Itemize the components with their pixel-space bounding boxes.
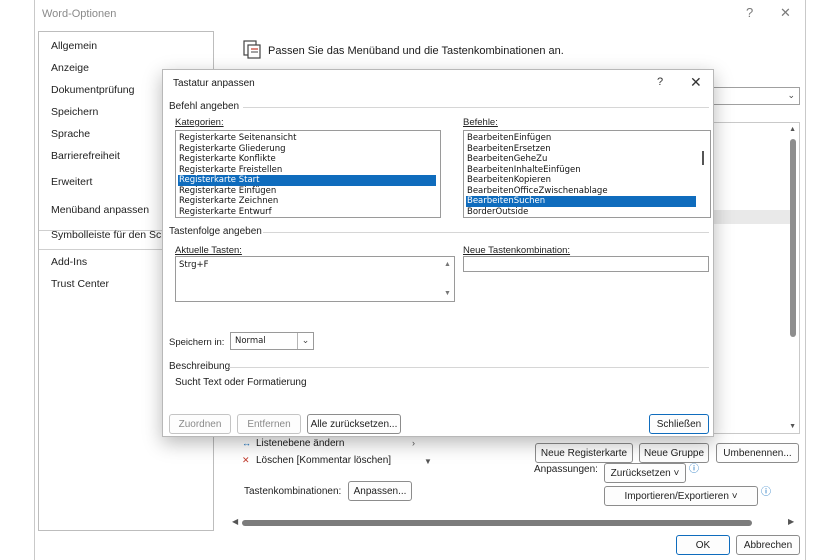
- close-button[interactable]: Schließen: [649, 414, 709, 434]
- list-item[interactable]: Strg+F: [178, 260, 438, 271]
- list-selection-highlight: [709, 210, 791, 224]
- section-commands-heading: Befehl angeben: [169, 101, 240, 112]
- categories-label: Kategorien:: [175, 117, 224, 128]
- list-item[interactable]: Registerkarte Seitenansicht: [178, 133, 436, 144]
- current-keys-list[interactable]: Strg+F ▲ ▼: [175, 256, 455, 302]
- nav-item-anzeige[interactable]: Anzeige: [51, 62, 89, 74]
- list-item[interactable]: BearbeitenEinfügen: [466, 133, 696, 144]
- nav-item-barrierefreiheit[interactable]: Barrierefreiheit: [51, 150, 120, 162]
- horizontal-scrollbar[interactable]: ◀ ▶: [232, 517, 798, 529]
- customize-ribbon-icon: [243, 38, 263, 60]
- nav-item-erweitert[interactable]: Erweitert: [51, 176, 92, 188]
- customize-shortcuts-button[interactable]: Anpassen...: [348, 481, 412, 501]
- list-item[interactable]: Registerkarte Zeichnen: [178, 196, 436, 207]
- new-shortcut-input[interactable]: [463, 256, 709, 272]
- scroll-right-icon[interactable]: ▶: [788, 517, 794, 526]
- ribbon-tabs-list[interactable]: ▲ ▼: [708, 122, 800, 434]
- shortcuts-label: Tastenkombinationen:: [244, 486, 342, 497]
- divider: [263, 232, 709, 233]
- dialog-title: Tastatur anpassen: [173, 78, 255, 89]
- nav-item-sprache[interactable]: Sprache: [51, 128, 90, 140]
- scroll-down-icon[interactable]: ▼: [424, 457, 432, 466]
- customizations-label: Anpassungen:: [534, 464, 598, 475]
- scroll-up-icon[interactable]: ▲: [789, 126, 796, 133]
- chevron-down-icon: ⌄: [787, 90, 795, 100]
- reset-dropdown[interactable]: Zurücksetzen ˅: [604, 463, 686, 483]
- customize-keyboard-dialog: Tastatur anpassen ? ✕ Befehl angeben Kat…: [162, 69, 714, 437]
- list-item[interactable]: BearbeitenKopieren: [466, 175, 696, 186]
- save-in-label: Speichern in:: [169, 337, 225, 348]
- commands-label: Befehle:: [463, 117, 498, 128]
- delete-comment-icon: ✕: [242, 455, 250, 465]
- scroll-up-icon[interactable]: ▲: [444, 261, 451, 268]
- rename-button[interactable]: Umbenennen...: [716, 443, 799, 463]
- scrollbar-thumb[interactable]: [790, 139, 796, 337]
- window-title: Word-Optionen: [42, 8, 117, 20]
- new-tab-button[interactable]: Neue Registerkarte: [535, 443, 633, 463]
- list-item[interactable]: BearbeitenErsetzen: [466, 144, 696, 155]
- list-item[interactable]: BorderOutside: [466, 207, 696, 218]
- new-shortcut-label: Neue Tastenkombination:: [463, 245, 571, 256]
- section-keys-heading: Tastenfolge angeben: [169, 226, 262, 237]
- nav-item-add-ins[interactable]: Add-Ins: [51, 256, 87, 268]
- list-item[interactable]: ✕ Löschen [Kommentar löschen]: [242, 455, 391, 466]
- ok-button[interactable]: OK: [676, 535, 730, 555]
- scroll-left-icon[interactable]: ◀: [232, 517, 238, 526]
- divider: [229, 367, 709, 368]
- remove-button[interactable]: Entfernen: [237, 414, 301, 434]
- help-icon[interactable]: ?: [657, 76, 663, 88]
- list-item-label: Löschen [Kommentar löschen]: [256, 455, 392, 466]
- scrollbar-thumb[interactable]: [702, 151, 704, 165]
- page-header: Passen Sie das Menüband und die Tastenko…: [268, 45, 564, 57]
- nav-item-dokumentpruefung[interactable]: Dokumentprüfung: [51, 84, 134, 96]
- commands-list[interactable]: BearbeitenEinfügen BearbeitenErsetzen Be…: [463, 130, 711, 218]
- current-keys-label: Aktuelle Tasten:: [175, 245, 242, 256]
- save-in-value: Normal: [235, 336, 266, 346]
- list-item[interactable]: BearbeitenGeheZu: [466, 154, 696, 165]
- nav-item-speichern[interactable]: Speichern: [51, 106, 98, 118]
- nav-item-symbolleiste[interactable]: Symbolleiste für den Schn: [51, 229, 173, 241]
- close-icon[interactable]: ✕: [690, 74, 702, 91]
- nav-item-trust-center[interactable]: Trust Center: [51, 278, 109, 290]
- list-item-label: Listenebene ändern: [256, 438, 345, 449]
- list-item-selected[interactable]: BearbeitenSuchen: [466, 196, 696, 207]
- list-item[interactable]: Registerkarte Gliederung: [178, 144, 436, 155]
- save-in-select[interactable]: Normal ⌄: [230, 332, 314, 350]
- list-level-icon: ↔: [242, 438, 251, 448]
- assign-button[interactable]: Zuordnen: [169, 414, 231, 434]
- cancel-button[interactable]: Abbrechen: [736, 535, 800, 555]
- section-description-heading: Beschreibung: [169, 361, 231, 372]
- info-icon[interactable]: ⓘ: [689, 460, 699, 475]
- list-item[interactable]: Registerkarte Entwurf: [178, 207, 436, 218]
- list-item[interactable]: Registerkarte Einfügen: [178, 186, 436, 197]
- categories-list[interactable]: Registerkarte Seitenansicht Registerkart…: [175, 130, 441, 218]
- reset-all-button[interactable]: Alle zurücksetzen...: [307, 414, 401, 434]
- chevron-right-icon: ›: [412, 438, 415, 448]
- divider: [243, 107, 709, 108]
- list-item[interactable]: Registerkarte Konflikte: [178, 154, 436, 165]
- scroll-down-icon[interactable]: ▼: [789, 423, 796, 430]
- list-item[interactable]: ↔ Listenebene ändern: [242, 438, 344, 449]
- nav-item-menueband-anpassen[interactable]: Menüband anpassen: [51, 204, 149, 216]
- nav-item-allgemein[interactable]: Allgemein: [51, 40, 97, 52]
- close-icon[interactable]: ✕: [780, 5, 791, 21]
- scroll-down-icon[interactable]: ▼: [444, 290, 451, 297]
- list-item[interactable]: Registerkarte Freistellen: [178, 165, 436, 176]
- list-item[interactable]: BearbeitenInhalteEinfügen: [466, 165, 696, 176]
- list-item-selected[interactable]: Registerkarte Start: [178, 175, 436, 186]
- commands-list[interactable]: ↔ Listenebene ändern › ✕ Löschen [Kommenta…: [240, 436, 436, 474]
- info-icon[interactable]: ⓘ: [761, 483, 771, 498]
- chevron-down-icon: ⌄: [297, 333, 313, 349]
- scrollbar-thumb[interactable]: [242, 520, 752, 526]
- tabs-dropdown[interactable]: ⌄: [706, 87, 800, 105]
- help-icon[interactable]: ?: [746, 5, 753, 20]
- description-text: Sucht Text oder Formatierung: [175, 377, 307, 388]
- import-export-dropdown[interactable]: Importieren/Exportieren ˅: [604, 486, 758, 506]
- list-item[interactable]: BearbeitenOfficeZwischenablage: [466, 186, 696, 197]
